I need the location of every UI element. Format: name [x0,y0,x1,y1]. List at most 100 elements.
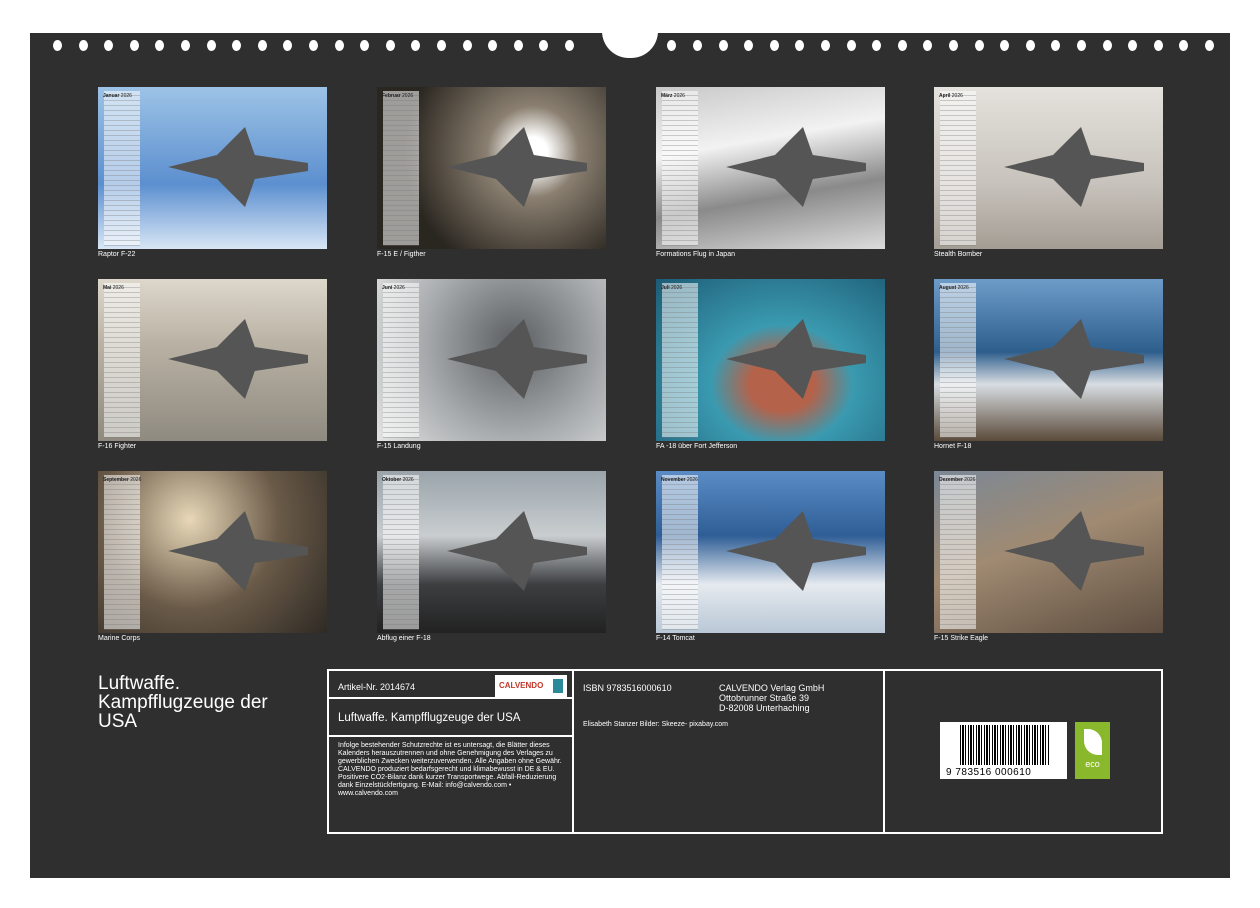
month-label: September 2026 [103,477,142,483]
month-thumbnail: Januar 2026 [98,87,327,249]
aircraft-image [168,511,308,591]
month-label: Dezember 2026 [939,477,976,483]
thumbnail-caption: F-15 Strike Eagle [934,635,989,642]
month-thumbnail: Mai 2026 [98,279,327,441]
aircraft-image [447,511,587,591]
date-column [940,475,976,630]
month-label: Oktober 2026 [382,477,414,483]
binding-hole [974,40,984,51]
barcode-number: 9 783516 000610 [946,767,1032,778]
binding-hole [334,40,344,51]
aircraft-image [726,127,866,207]
thumbnail-caption: Marine Corps [98,635,141,642]
binding-hole [309,40,318,51]
binding-hole [539,40,549,51]
logo-mark-icon [553,679,563,693]
month-thumbnail: November 2026 [656,471,885,633]
binding-hole [155,40,165,51]
month-thumbnail: Juni 2026 [377,279,606,441]
barcode-bars [960,725,1050,765]
eco-leaf-icon: eco [1075,722,1110,779]
binding-hole [1051,40,1061,51]
month-thumbnail: Oktober 2026 [377,471,606,633]
binding-hole [897,40,907,51]
binding-hole [181,40,190,51]
product-title: Luftwaffe. Kampfflugzeuge der USA [338,712,521,724]
thumbnail-caption: Stealth Bomber [934,251,983,258]
month-label: April 2026 [939,93,963,99]
date-column [383,91,419,246]
date-column [104,283,140,438]
binding-hole [821,40,830,51]
date-column [104,475,140,630]
binding-hole [718,40,728,51]
binding-hole [1102,40,1112,51]
month-thumbnail: Februar 2026 [377,87,606,249]
thumbnail-caption: Abflug einer F-18 [377,635,431,642]
month-label: Januar 2026 [103,93,132,99]
binding-hole [769,40,779,51]
legal-cell: Infolge bestehender Schutzrechte ist es … [327,735,574,834]
binding-hole [257,40,267,51]
calendar-title: Luftwaffe. Kampfflugzeuge der USA [98,673,268,732]
binding-hole [1128,40,1138,51]
thumbnail-caption: FA -18 über Fort Jefferson [656,443,738,450]
date-column [383,283,419,438]
month-thumbnail: September 2026 [98,471,327,633]
date-column [383,475,419,630]
binding-hole [846,40,856,51]
binding-hole [872,40,882,51]
month-thumbnail: August 2026 [934,279,1163,441]
thumbnail-caption: F-15 Landung [377,443,421,450]
binding-hole [1205,40,1214,51]
month-label: August 2026 [939,285,969,291]
binding-hole [437,40,446,51]
month-label: Mai 2026 [103,285,124,291]
month-thumbnail: Juli 2026 [656,279,885,441]
aircraft-image [1004,319,1144,399]
binding-hole [1000,40,1010,51]
binding-hole [283,40,293,51]
binding-hole [1153,40,1163,51]
article-number: Artikel-Nr. 2014674 [338,682,416,692]
binding-hole [488,40,498,51]
thumbnail-caption: F-16 Fighter [98,443,137,450]
binding-hole [462,40,472,51]
binding-hole [385,40,395,51]
logo-text: CALVENDO [499,681,544,690]
month-label: März 2026 [661,93,685,99]
binding-hole [1179,40,1189,51]
legal-text: Infolge bestehender Schutzrechte ist es … [338,742,562,797]
date-column [662,283,698,438]
isbn: ISBN 9783516000610 [583,683,672,693]
binding-hole [795,40,805,51]
binding-hole [53,40,62,51]
binding-hole [513,40,523,51]
credits: Elisabeth Stanzer Bilder: Skeeze- pixaba… [583,721,728,728]
thumbnail-caption: Raptor F-22 [98,251,136,258]
binding-hole [232,40,242,51]
publisher-cell: ISBN 9783516000610 CALVENDO Verlag GmbH … [572,669,885,834]
thumbnail-caption: Hornet F-18 [934,443,972,450]
thumbnail-caption: F-14 Tomcat [656,635,695,642]
aircraft-image [447,127,587,207]
thumbnail-caption: F-15 E / Figther [377,251,426,258]
date-column [662,475,698,630]
binding-hole [206,40,216,51]
binding-hole [411,40,421,51]
aircraft-image [726,319,866,399]
aircraft-image [1004,511,1144,591]
date-column [662,91,698,246]
binding-hole [104,40,114,51]
binding-hole [565,40,574,51]
aircraft-image [168,127,308,207]
binding-hole [1077,40,1086,51]
binding-hole [129,40,139,51]
publisher-street: Ottobrunner Straße 39 [719,693,810,703]
month-label: November 2026 [661,477,698,483]
date-column [104,91,140,246]
month-thumbnail: März 2026 [656,87,885,249]
binding-hole [923,40,933,51]
month-label: Februar 2026 [382,93,414,99]
binding-hole [693,40,702,51]
